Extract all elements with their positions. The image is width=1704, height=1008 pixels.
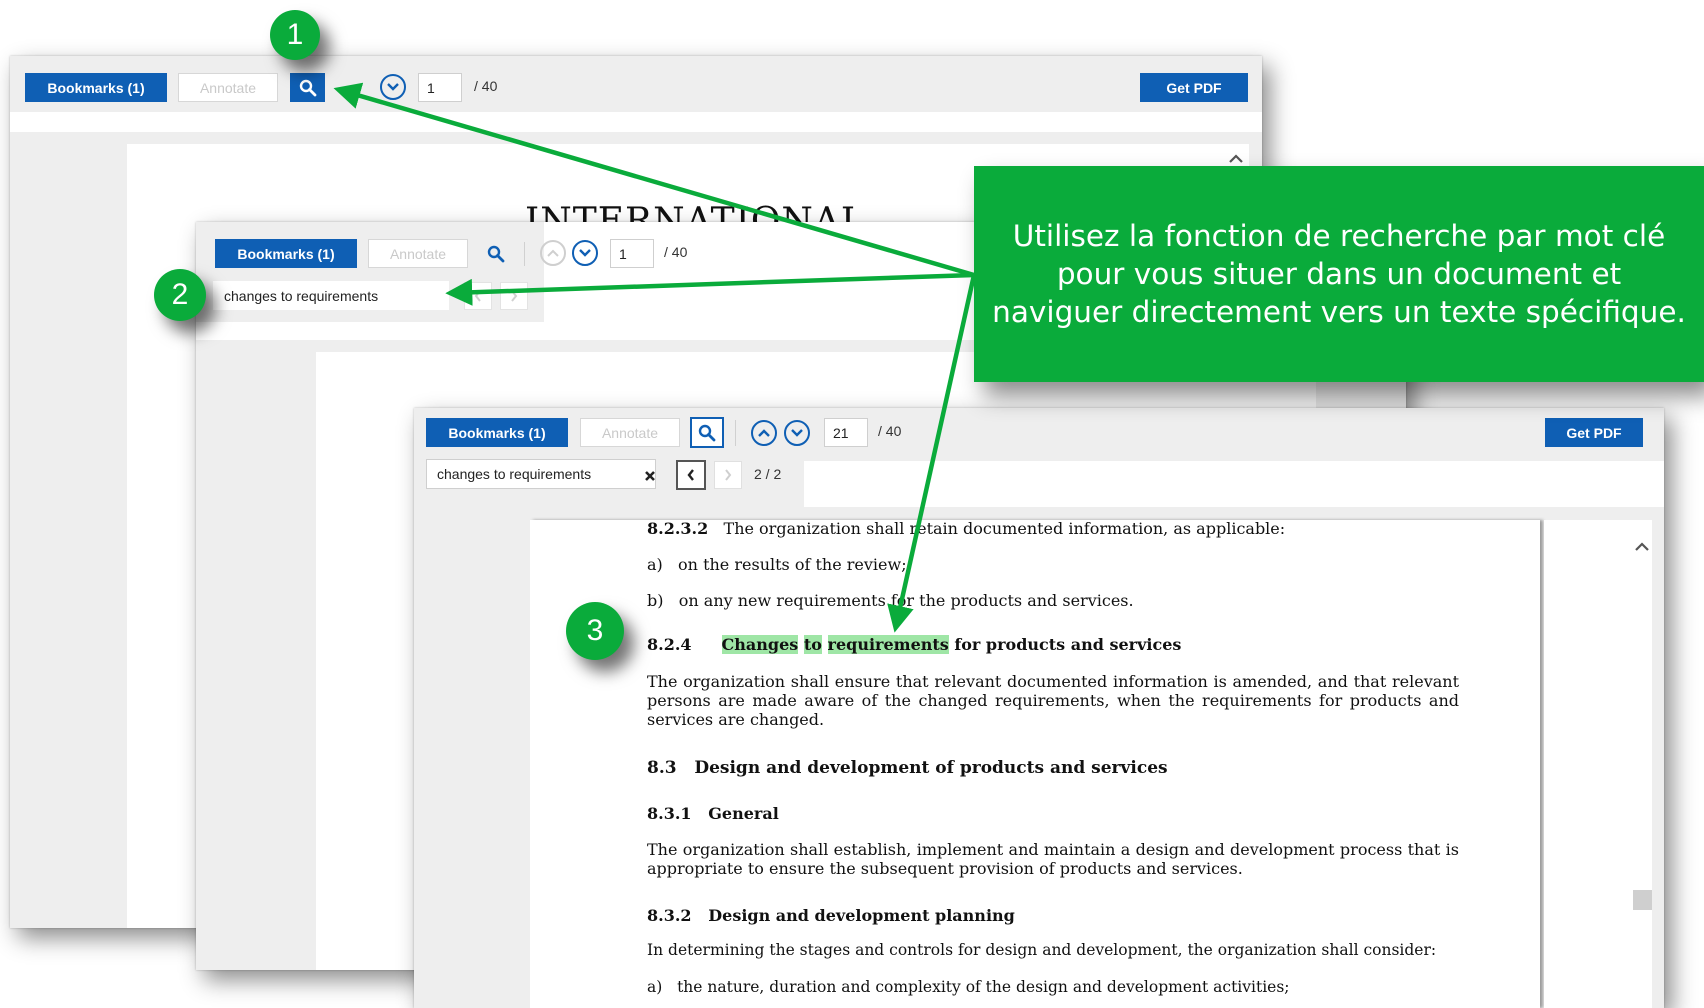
page-input[interactable]: 1 (610, 239, 654, 268)
annotate-button[interactable]: Annotate (178, 73, 278, 102)
annotate-button[interactable]: Annotate (368, 239, 468, 268)
step-badge-1: 1 (270, 10, 320, 60)
list-item: a) on the results of the review; (647, 555, 907, 574)
clause-text: The organization shall retain documented… (723, 519, 1286, 538)
viewer-window-3: Bookmarks (1) Annotate 21 / 40 Get PDF c… (414, 408, 1664, 1008)
search-highlight: Changes (721, 635, 799, 654)
list-item: a) the nature, duration and complexity o… (647, 978, 1290, 996)
page-input[interactable]: 21 (824, 418, 868, 447)
next-match-button[interactable] (784, 420, 810, 446)
chevron-left-icon (687, 469, 694, 481)
list-item: b) on any new requirements for the produ… (647, 591, 1134, 610)
clause-number: 8.2.3.2 (647, 519, 709, 538)
heading-text: Design and development of products and s… (694, 758, 1168, 778)
previous-match-button[interactable] (751, 420, 777, 446)
next-result-button[interactable] (500, 282, 528, 310)
chevron-up-icon (547, 249, 559, 257)
search-input[interactable]: changes to requirements (426, 459, 656, 489)
heading-text: General (708, 804, 779, 823)
paragraph-8-3-1: The organization shall establish, implem… (647, 840, 1459, 878)
chevron-down-icon (791, 429, 803, 437)
next-match-button[interactable] (380, 74, 406, 100)
list-text: the nature, duration and complexity of t… (677, 978, 1290, 996)
scroll-up-icon[interactable] (1228, 154, 1244, 164)
heading-8-3-2: 8.3.2 Design and development planning (647, 906, 1015, 925)
heading-number: 8.3.1 (647, 804, 692, 823)
search-highlight: to (803, 635, 822, 654)
heading-text: Design and development planning (708, 906, 1015, 925)
toolbar-divider (735, 420, 736, 446)
get-pdf-button[interactable]: Get PDF (1545, 418, 1643, 447)
search-highlight: requirements (827, 635, 949, 654)
step-badge-3: 3 (566, 602, 624, 660)
search-icon (299, 79, 316, 96)
search-button[interactable] (690, 417, 724, 448)
chevron-right-icon (511, 290, 518, 302)
heading-number: 8.3.2 (647, 906, 692, 925)
heading-number: 8.2.4 (647, 635, 692, 654)
step-badge-2: 2 (154, 269, 206, 321)
bookmarks-button[interactable]: Bookmarks (1) (426, 418, 568, 447)
search-button[interactable] (290, 73, 325, 102)
search-button[interactable] (478, 239, 513, 268)
previous-result-button[interactable] (464, 282, 492, 310)
get-pdf-button[interactable]: Get PDF (1140, 73, 1248, 102)
search-icon (487, 245, 504, 262)
list-marker: a) (647, 978, 663, 996)
bookmarks-button[interactable]: Bookmarks (1) (215, 239, 357, 268)
scroll-up-icon[interactable] (1634, 542, 1650, 552)
list-text: on any new requirements for the products… (678, 591, 1134, 610)
list-text: on the results of the review; (678, 555, 907, 574)
scrollbar-thumb[interactable] (1633, 890, 1652, 910)
callout-box: Utilisez la fonction de recherche par mo… (974, 166, 1704, 382)
previous-match-button[interactable] (540, 240, 566, 266)
page-total: / 40 (878, 423, 902, 439)
scrollbar[interactable] (1544, 520, 1652, 1008)
match-count: 2 / 2 (754, 466, 782, 482)
chevron-left-icon (474, 290, 481, 302)
toolbar-divider (524, 242, 525, 266)
annotate-button[interactable]: Annotate (580, 418, 680, 447)
heading-number: 8.3 (647, 758, 677, 778)
heading-8-2-4: 8.2.4 Changes to requirements for product… (647, 635, 1181, 654)
clause-8-2-3-2: 8.2.3.2 The organization shall retain do… (647, 519, 1285, 538)
next-result-button[interactable] (714, 461, 742, 489)
search-input[interactable]: changes to requirements (213, 281, 449, 310)
heading-text: for products and services (954, 635, 1182, 654)
page-input[interactable]: 1 (418, 73, 462, 102)
page-total: / 40 (664, 244, 688, 260)
heading-8-3: 8.3 Design and development of products a… (647, 758, 1168, 778)
list-marker: a) (647, 555, 663, 574)
heading-8-3-1: 8.3.1 General (647, 804, 779, 823)
bookmarks-button[interactable]: Bookmarks (1) (25, 73, 167, 102)
chevron-down-icon (387, 83, 399, 91)
chevron-right-icon (725, 469, 732, 481)
page-total: / 40 (474, 78, 498, 94)
chevron-up-icon (758, 429, 770, 437)
close-icon[interactable] (644, 470, 656, 482)
chevron-down-icon (579, 249, 591, 257)
search-icon (698, 424, 716, 441)
previous-result-button[interactable] (676, 460, 706, 490)
next-match-button[interactable] (572, 240, 598, 266)
paragraph-8-3-2: In determining the stages and controls f… (647, 941, 1437, 959)
list-marker: b) (647, 591, 664, 610)
paragraph-8-2-4: The organization shall ensure that relev… (647, 672, 1459, 729)
